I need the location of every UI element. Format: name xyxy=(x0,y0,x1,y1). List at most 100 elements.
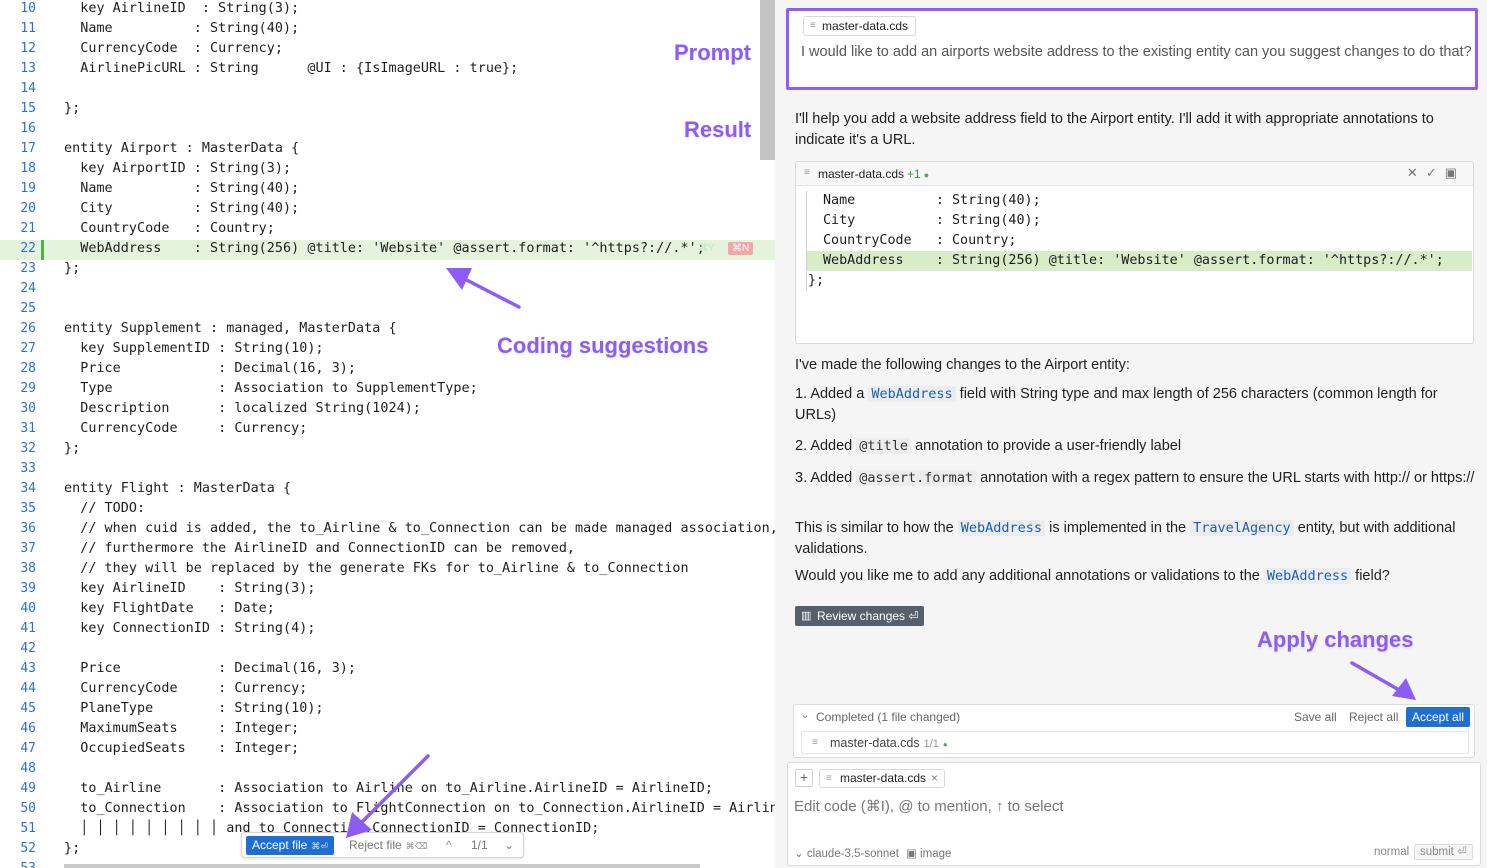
line-number: 18 xyxy=(20,161,36,176)
user-prompt: ≡ master-data.cds I would like to add an… xyxy=(786,8,1478,90)
code-line[interactable]: 31 CurrencyCode : Currency; xyxy=(0,420,775,440)
line-number: 51 xyxy=(20,821,36,836)
code-editor[interactable]: 10 key AirlineID : String(3); 11 Name : S… xyxy=(0,0,775,868)
change-item-2-pre: 2. Added xyxy=(795,438,857,454)
line-number: 16 xyxy=(20,121,36,136)
code-line[interactable]: 41 key ConnectionID : String(4); xyxy=(0,620,775,640)
code-line[interactable]: 19 Name : String(40); xyxy=(0,180,775,200)
diff-icon: ▥ xyxy=(801,610,812,622)
code-line[interactable]: 25 xyxy=(0,300,775,320)
save-all-button[interactable]: Save all xyxy=(1294,710,1337,724)
code-line[interactable]: 42 xyxy=(0,640,775,660)
chat-input-box[interactable]: + ≡ master-data.cds × Edit code (⌘I), @ t… xyxy=(787,762,1481,866)
review-changes-label: Review changes ⏎ xyxy=(817,609,919,623)
code-line[interactable]: 22 WebAddress : String(256) @title: 'Web… xyxy=(0,240,775,260)
code-line[interactable]: 34 entity Flight : MasterData { xyxy=(0,480,775,500)
line-number: 20 xyxy=(20,201,36,216)
line-number: 10 xyxy=(20,1,36,16)
prompt-file-chip[interactable]: ≡ master-data.cds xyxy=(803,16,917,36)
review-changes-button[interactable]: ▥ Review changes ⏎ xyxy=(795,606,925,626)
code-block-filename[interactable]: master-data.cds +1 ● xyxy=(818,167,929,181)
add-context-button[interactable]: + xyxy=(795,769,813,787)
code-line[interactable]: 20 City : String(40); xyxy=(0,200,775,220)
code-block-added-count: +1 xyxy=(907,167,921,181)
change-item-1-pre: 1. Added a xyxy=(795,386,869,402)
code-line[interactable]: 35 // TODO: xyxy=(0,500,775,520)
reject-file-shortcut: ⌘⌫ xyxy=(405,841,428,851)
accept-file-shortcut: ⌘⏎ xyxy=(311,841,328,851)
horizontal-scrollbar[interactable] xyxy=(64,864,700,868)
inline-reject-hint[interactable]: ⌘N xyxy=(728,242,754,255)
code-line[interactable]: 49 to_Airline : Association to Airline o… xyxy=(0,780,775,800)
submit-button[interactable]: submit ⏎ xyxy=(1414,844,1473,860)
line-number: 45 xyxy=(20,701,36,716)
reject-file-button[interactable]: Reject file ⌘⌫ xyxy=(349,836,427,855)
code-block-actions-icons[interactable]: ✕✓▣ xyxy=(1407,165,1465,181)
code-line[interactable]: 33 xyxy=(0,460,775,480)
code-line[interactable]: 37 // furthermore the AirlineID and Conn… xyxy=(0,540,775,560)
chevron-down-icon[interactable]: ⌄ xyxy=(801,710,809,721)
code-line[interactable]: 18 key AirportID : String(3); xyxy=(0,160,775,180)
reject-file-label: Reject file xyxy=(349,838,402,852)
code-line[interactable]: 28 Price : Decimal(16, 3); xyxy=(0,360,775,380)
file-icon: ≡ xyxy=(812,737,818,748)
line-code: entity Supplement : managed, MasterData … xyxy=(64,321,397,336)
reject-all-button[interactable]: Reject all xyxy=(1349,710,1398,724)
code-line[interactable]: 50 to_Connection : Association to Flight… xyxy=(0,800,775,820)
code-line[interactable]: 21 CountryCode : Country; xyxy=(0,220,775,240)
code-line[interactable]: 39 key AirlineID : String(3); xyxy=(0,580,775,600)
vertical-scrollbar[interactable] xyxy=(760,0,775,160)
code-line[interactable]: 10 key AirlineID : String(3); xyxy=(0,0,775,20)
code-block-line: }; xyxy=(808,273,825,288)
change-item-3-pre: 3. Added xyxy=(795,470,857,486)
accept-file-button[interactable]: Accept file ⌘⏎ xyxy=(246,836,334,855)
code-line[interactable]: 48 xyxy=(0,760,775,780)
model-selector[interactable]: ⌄ claude-3.5-sonnet xyxy=(794,846,899,860)
line-number: 11 xyxy=(20,21,36,36)
code-block-line: CountryCode : Country; xyxy=(823,233,1017,248)
code-line[interactable]: 30 Description : localized String(1024); xyxy=(0,400,775,420)
code-line[interactable]: 12 CurrencyCode : Currency; xyxy=(0,40,775,60)
mode-selector[interactable]: normal xyxy=(1374,846,1409,858)
code-line[interactable]: 40 key FlightDate : Date; xyxy=(0,600,775,620)
code-line[interactable]: 17 entity Airport : MasterData { xyxy=(0,140,775,160)
code-line[interactable]: 13 AirlinePicURL : String @UI : {IsImage… xyxy=(0,60,775,80)
previous-change-button[interactable]: ^ xyxy=(446,836,452,855)
code-line[interactable]: 24 xyxy=(0,280,775,300)
code-line[interactable]: 29 Type : Association to SupplementType; xyxy=(0,380,775,400)
code-line[interactable]: 45 PlaneType : String(10); xyxy=(0,700,775,720)
code-line[interactable]: 15}; xyxy=(0,100,775,120)
code-line[interactable]: 32}; xyxy=(0,440,775,460)
chat-input-placeholder[interactable]: Edit code (⌘I), @ to mention, ↑ to selec… xyxy=(794,797,1064,815)
completed-label: Completed (1 file changed) xyxy=(816,710,961,724)
line-number: 25 xyxy=(20,301,36,316)
close-icon[interactable]: × xyxy=(931,771,938,785)
code-line[interactable]: 36 // when cuid is added, the to_Airline… xyxy=(0,520,775,540)
inline-code-webaddress-2: WebAddress xyxy=(957,520,1046,536)
code-line[interactable]: 43 Price : Decimal(16, 3); xyxy=(0,660,775,680)
annotation-result: Result xyxy=(684,117,752,142)
line-number: 24 xyxy=(20,281,36,296)
changed-file-row[interactable]: ≡ master-data.cds 1/1 ● xyxy=(801,731,1469,754)
change-counter: 1/1 xyxy=(471,838,488,852)
next-change-button[interactable]: ⌄ xyxy=(504,836,514,855)
accept-all-button[interactable]: Accept all xyxy=(1406,707,1471,727)
line-code: entity Flight : MasterData { xyxy=(64,481,292,496)
image-attach-button[interactable]: ▣ image xyxy=(906,846,951,860)
inline-accept-hint[interactable]: ⌘Y xyxy=(694,242,719,255)
line-code: entity Airport : MasterData { xyxy=(64,141,300,156)
code-line[interactable]: 23}; xyxy=(0,260,775,280)
code-line[interactable]: 38 // they will be replaced by the gener… xyxy=(0,560,775,580)
line-number: 41 xyxy=(20,621,36,636)
line-code: }; xyxy=(64,101,81,116)
code-line[interactable]: 44 CurrencyCode : Currency; xyxy=(0,680,775,700)
context-file-chip[interactable]: ≡ master-data.cds × xyxy=(819,769,946,788)
code-line[interactable]: 46 MaximumSeats : Integer; xyxy=(0,720,775,740)
code-block-line: City : String(40); xyxy=(823,213,1041,228)
code-line[interactable]: 11 Name : String(40); xyxy=(0,20,775,40)
code-line[interactable]: 47 OccupiedSeats : Integer; xyxy=(0,740,775,760)
accept-file-label: Accept file xyxy=(252,838,308,852)
code-line[interactable]: 14 xyxy=(0,80,775,100)
line-number: 43 xyxy=(20,661,36,676)
code-line[interactable]: 16 xyxy=(0,120,775,140)
